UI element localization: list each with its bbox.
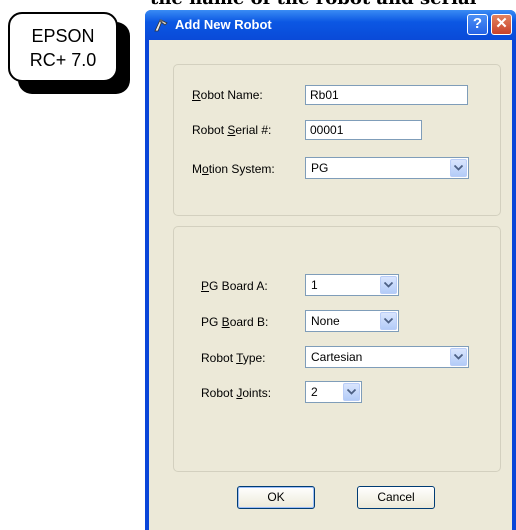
robot-serial-input[interactable]: 00001 [305, 120, 422, 140]
pg-board-a-select[interactable]: 1 [305, 274, 399, 296]
title-bar[interactable]: Add New Robot ? ✕ [145, 10, 516, 40]
pg-board-b-label: PG Board B: [201, 315, 269, 329]
add-new-robot-dialog: Add New Robot ? ✕ Robot Name: Rb01 Robot… [145, 10, 516, 530]
motion-system-value: PG [311, 161, 329, 175]
chevron-down-icon[interactable] [450, 348, 467, 366]
badge-line-2: RC+ 7.0 [29, 50, 97, 70]
chevron-down-icon[interactable] [450, 159, 467, 177]
pg-board-b-value: None [311, 314, 340, 328]
robot-type-select[interactable]: Cartesian [305, 346, 469, 368]
close-button[interactable]: ✕ [491, 14, 512, 35]
dialog-body: Robot Name: Rb01 Robot Serial #: 00001 M… [149, 40, 512, 530]
robot-icon [154, 19, 168, 32]
dialog-title: Add New Robot [175, 17, 272, 32]
robot-type-value: Cartesian [311, 350, 363, 364]
robot-joints-value: 2 [311, 385, 318, 399]
pg-board-b-select[interactable]: None [305, 310, 399, 332]
badge-line-1: EPSON [31, 26, 95, 46]
help-button[interactable]: ? [467, 14, 488, 35]
robot-joints-label: Robot Joints: [201, 386, 272, 400]
robot-serial-label: Robot Serial #: [192, 123, 272, 137]
motion-system-label: Motion System: [192, 162, 275, 176]
robot-type-label: Robot Type: [201, 351, 266, 365]
pg-board-a-label: PG Board A: [201, 279, 268, 293]
motion-system-select[interactable]: PG [305, 157, 469, 179]
chevron-down-icon[interactable] [380, 312, 397, 330]
cancel-button[interactable]: Cancel [357, 486, 435, 509]
ok-button[interactable]: OK [237, 486, 315, 509]
robot-joints-select[interactable]: 2 [305, 381, 362, 403]
robot-name-input[interactable]: Rb01 [305, 85, 468, 105]
document-text-cut: the name of the robot and serial [150, 0, 476, 9]
robot-name-label: Robot Name: [192, 88, 263, 102]
chevron-down-icon[interactable] [343, 383, 360, 401]
pg-board-a-value: 1 [311, 278, 318, 292]
epson-badge: EPSON RC+ 7.0 [8, 12, 118, 82]
chevron-down-icon[interactable] [380, 276, 397, 294]
